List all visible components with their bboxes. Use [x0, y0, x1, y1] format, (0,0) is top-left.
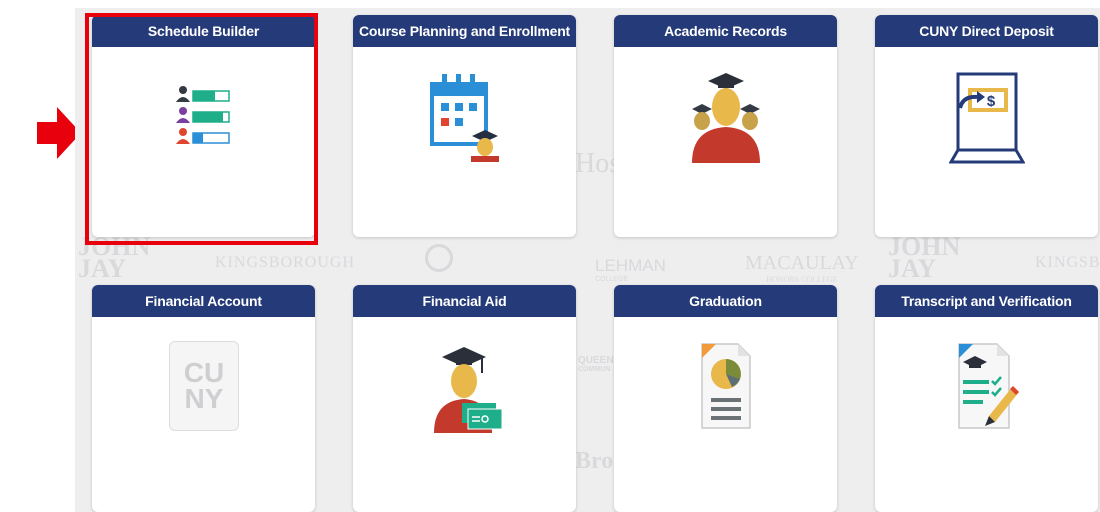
tile-transcript-verification[interactable]: Transcript and Verification — [875, 285, 1098, 512]
tile-title: Financial Aid — [353, 285, 576, 317]
transcript-checklist-icon — [955, 340, 1021, 439]
tile-financial-account[interactable]: Financial Account CU NY — [92, 285, 315, 512]
tile-course-planning[interactable]: Course Planning and Enrollment — [353, 15, 576, 237]
watermark-john-right: JOHN JAY — [888, 232, 961, 283]
graduate-money-icon — [432, 343, 503, 438]
watermark-macaulay: MACAULAY HONORS COLLEGE — [745, 252, 859, 284]
schedule-people-bars-icon — [176, 85, 232, 152]
tile-title: Course Planning and Enrollment — [353, 15, 576, 47]
tile-academic-records[interactable]: Academic Records — [614, 15, 837, 237]
graduates-group-icon — [688, 69, 764, 168]
tile-title: Financial Account — [92, 285, 315, 317]
tile-title: CUNY Direct Deposit — [875, 15, 1098, 47]
tile-schedule-builder[interactable]: Schedule Builder — [92, 15, 315, 237]
tile-cuny-direct-deposit[interactable]: CUNY Direct Deposit $ — [875, 15, 1098, 237]
watermark-kingsborough: KINGSBOROUGH — [215, 254, 356, 271]
watermark-seal — [425, 244, 453, 272]
watermark-lehman: LEHMAN COLLEGE — [595, 256, 666, 283]
svg-text:$: $ — [987, 93, 996, 110]
calendar-graduate-icon — [428, 70, 504, 167]
watermark-queens: QUEEN COMMUN — [578, 355, 614, 373]
cuny-logo-line2: NY — [184, 383, 224, 414]
tile-title: Transcript and Verification — [875, 285, 1098, 317]
tile-title: Academic Records — [614, 15, 837, 47]
tile-title: Schedule Builder — [92, 15, 315, 47]
cuny-logo-icon: CU NY — [169, 341, 239, 431]
watermark-kingsborough-right: KINGSBOROUGH — [1035, 254, 1100, 271]
tile-title: Graduation — [614, 285, 837, 317]
page: JOHN JAY KINGSBOROUGH Hos LEHMAN COLLEGE … — [0, 0, 1100, 512]
laptop-dollar-icon: $ — [948, 72, 1026, 169]
tile-graduation[interactable]: Graduation — [614, 285, 837, 512]
watermark-john-left: JOHN JAY — [78, 232, 151, 283]
report-pie-chart-icon — [698, 340, 754, 437]
tile-financial-aid[interactable]: Financial Aid — [353, 285, 576, 512]
